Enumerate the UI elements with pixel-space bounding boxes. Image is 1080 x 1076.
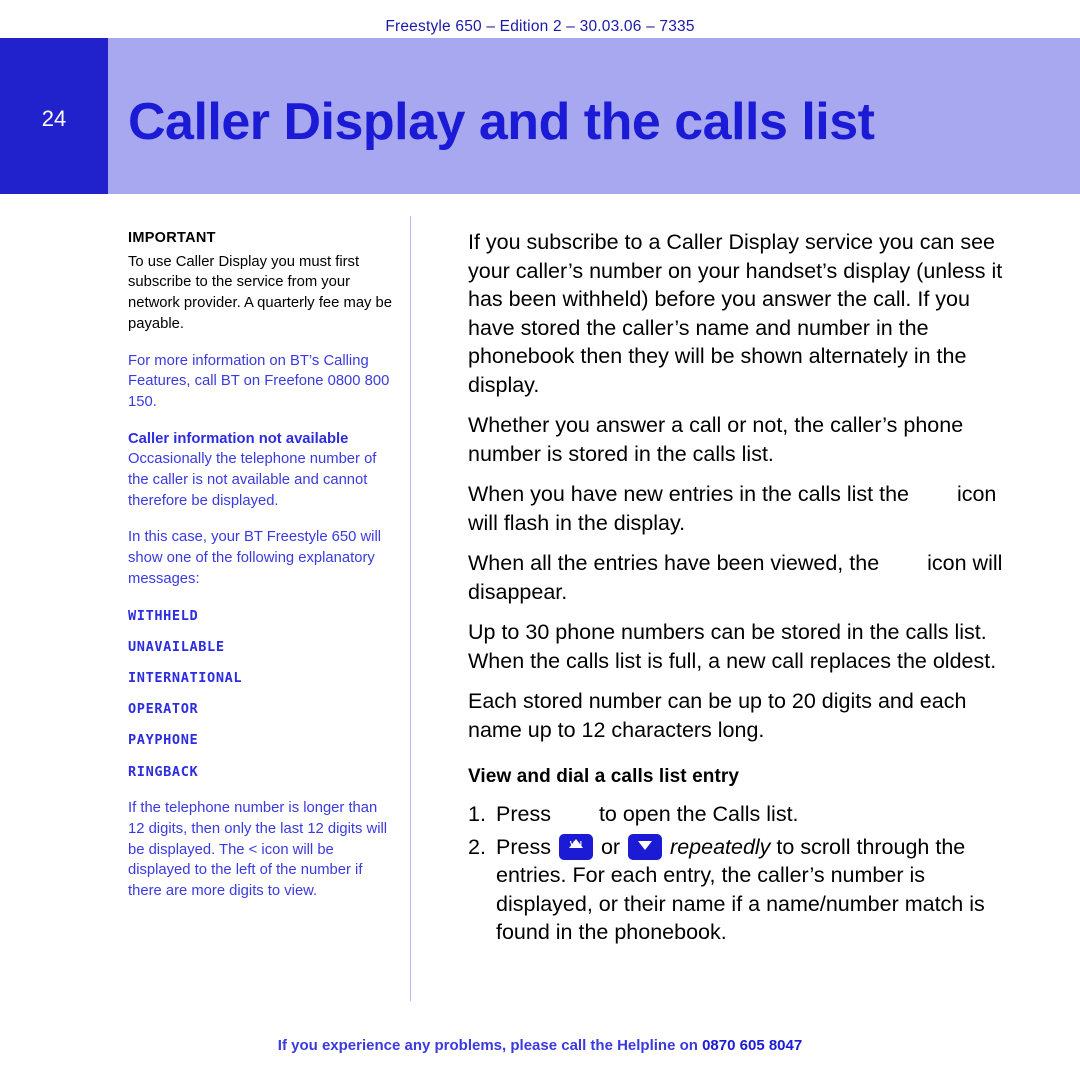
page-number: 24 [41, 106, 67, 131]
list-item: OPERATOR [128, 701, 199, 718]
list-item: 2. Press Vol or repeatedly to scroll thr… [468, 833, 1008, 947]
helpline-text: If you experience any problems, please c… [277, 1037, 703, 1054]
paragraph-capacity: Up to 30 phone numbers can be stored in … [468, 620, 997, 673]
explanatory-messages-intro: In this case, your BT Freestyle 650 will… [128, 529, 382, 587]
caller-info-not-available-text: Occasionally the telephone number of the… [128, 451, 377, 509]
step-text: Press to open the Calls list. [496, 800, 1008, 829]
steps-list: 1. Press to open the Calls list. 2. Pres… [468, 800, 1008, 947]
step1-text-after: to open the Calls list. [598, 802, 799, 826]
step2-text-before: Press [496, 834, 551, 859]
vol-key-label: Vol [569, 840, 583, 849]
step1-text-before: Press [496, 802, 551, 826]
list-item: 1. Press to open the Calls list. [468, 800, 1008, 829]
step-number: 1. [468, 802, 486, 826]
paragraph-intro: If you subscribe to a Caller Display ser… [468, 230, 1003, 397]
page-body: IMPORTANT To use Caller Display you must… [0, 194, 1080, 1022]
important-text: To use Caller Display you must first sub… [128, 253, 393, 332]
list-item: INTERNATIONAL [128, 669, 243, 686]
volume-down-key-icon [628, 833, 663, 860]
helpline-footer: If you experience any problems, please c… [0, 1037, 1080, 1054]
triangle-down-icon [638, 840, 653, 850]
caller-info-not-available-heading: Caller information not available [128, 430, 349, 447]
helpline-number: 0870 605 8047 [702, 1037, 803, 1054]
sidebar-column: IMPORTANT To use Caller Display you must… [128, 228, 396, 918]
important-heading: IMPORTANT [128, 230, 216, 246]
step-text: Press Vol or repeatedly to scroll throug… [496, 833, 1008, 947]
main-column: If you subscribe to a Caller Display ser… [468, 228, 1008, 951]
edition-header: Freestyle 650 – Edition 2 – 30.03.06 – 7… [385, 18, 695, 35]
paragraph-viewed-icon: When all the entries have been viewed, t… [468, 549, 1008, 606]
paragraph-stored: Whether you answer a call or not, the ca… [468, 413, 964, 466]
paragraph-new-entries-icon: When you have new entries in the calls l… [468, 480, 1008, 537]
step-number: 2. [468, 834, 486, 859]
volume-up-key-icon: Vol [558, 833, 593, 860]
more-information-text: For more information on BT’s Calling Fea… [128, 352, 390, 410]
long-number-note: If the telephone number is longer than 1… [128, 800, 388, 900]
viewed-text-before: When all the entries have been viewed, t… [468, 551, 880, 575]
step2-text-italic: repeatedly [670, 834, 771, 859]
step2-text-middle: or [600, 834, 621, 859]
list-item: RINGBACK [128, 763, 199, 780]
section-subheading: View and dial a calls list entry [468, 766, 740, 787]
list-item: PAYPHONE [128, 732, 199, 749]
list-item: WITHHELD [128, 607, 199, 624]
chapter-title-band: 24 Caller Display and the calls list [0, 38, 1080, 194]
paragraph-digit-limits: Each stored number can be up to 20 digit… [468, 689, 967, 742]
new-entries-text-before: When you have new entries in the calls l… [468, 482, 909, 506]
lcd-message-list: WITHHELD UNAVAILABLE INTERNATIONAL OPERA… [128, 606, 396, 783]
list-item: UNAVAILABLE [128, 638, 225, 655]
page-title: Caller Display and the calls list [128, 93, 875, 151]
column-divider [410, 216, 411, 1001]
